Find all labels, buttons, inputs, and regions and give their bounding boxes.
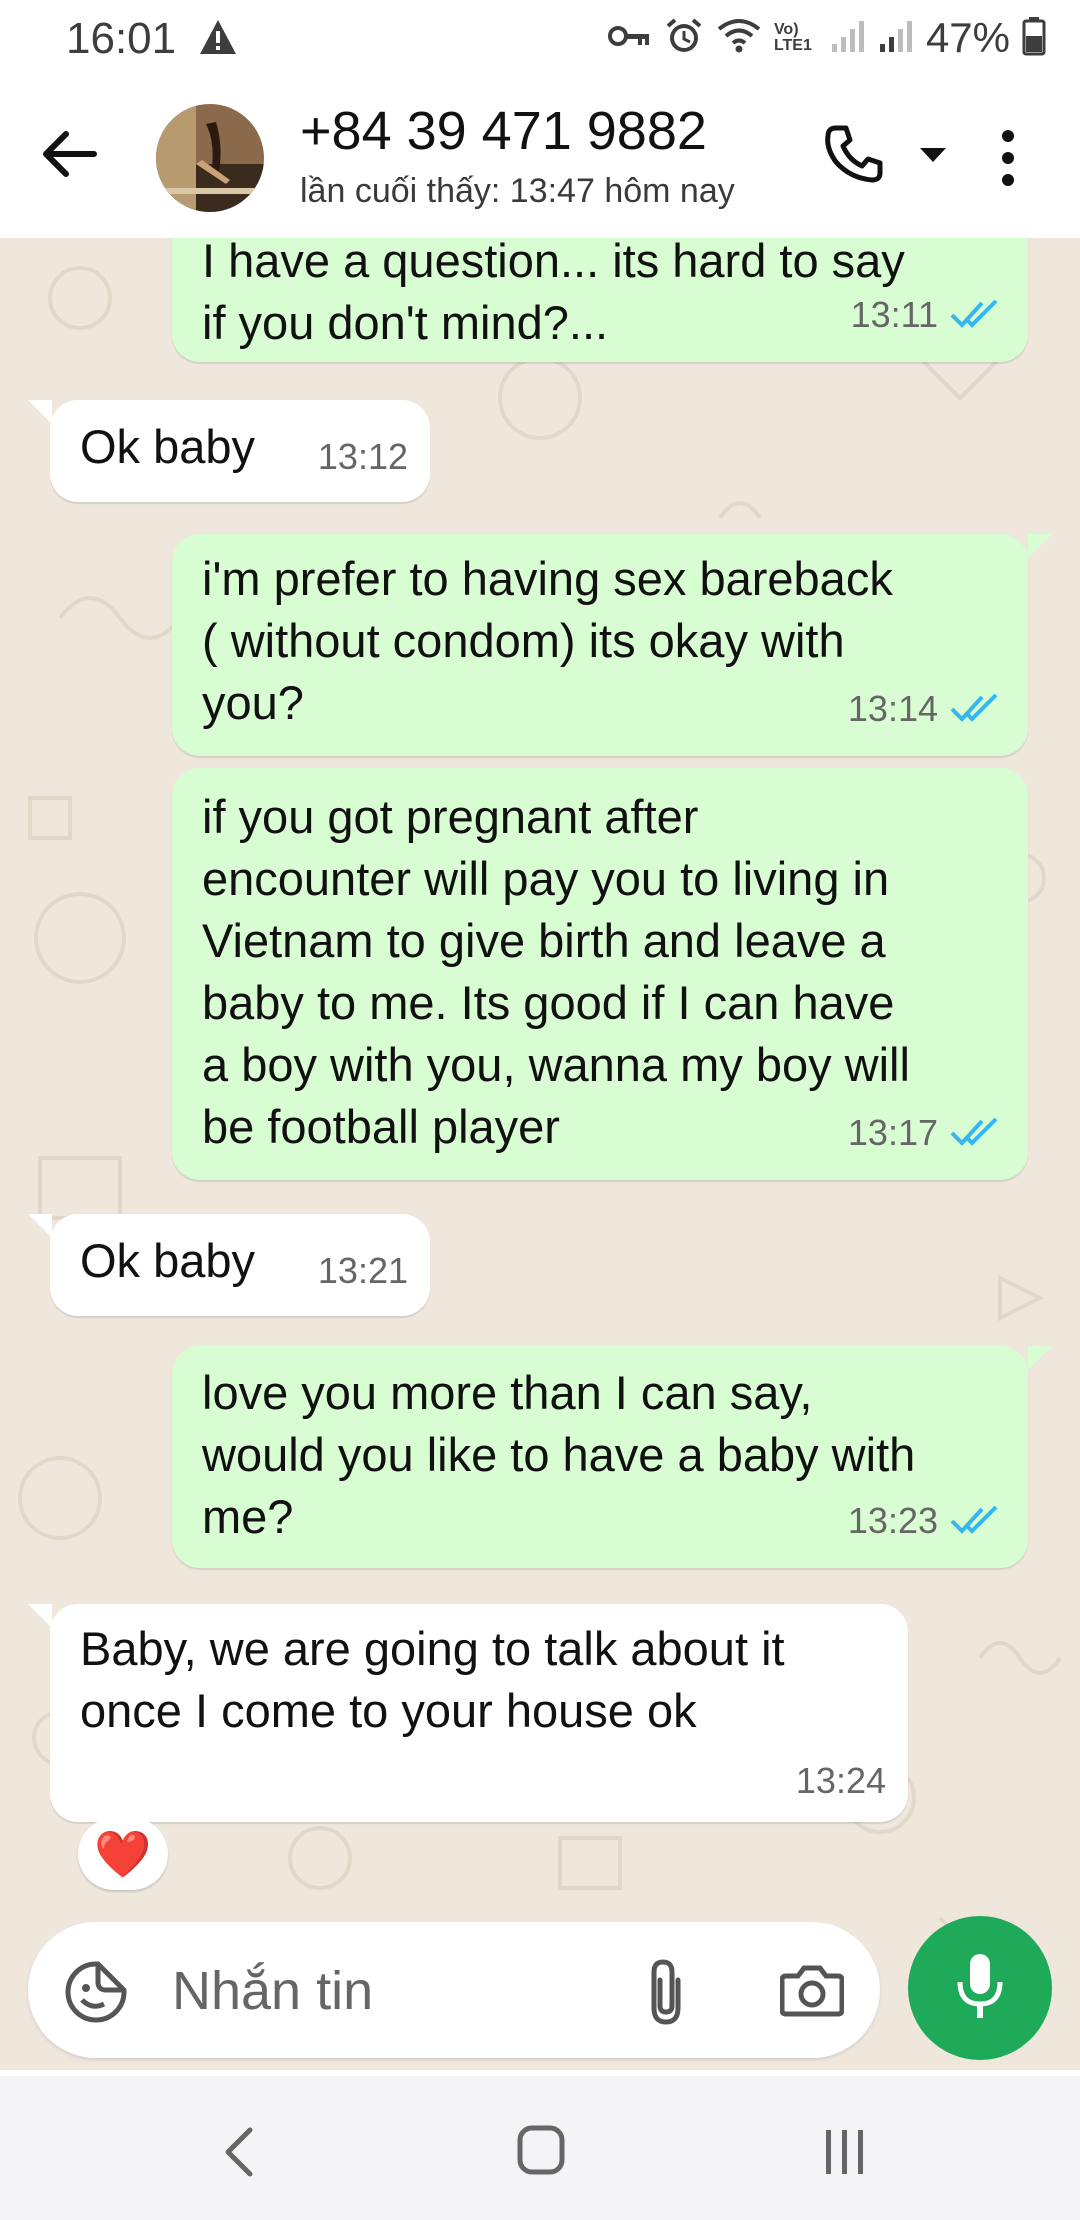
nav-home-icon[interactable] xyxy=(516,2124,566,2181)
read-receipt-icon xyxy=(950,1100,1002,1162)
message-composer xyxy=(28,1922,880,2058)
more-vert-icon[interactable] xyxy=(1000,130,1016,191)
nav-back-icon[interactable] xyxy=(220,2126,256,2183)
reaction-heart[interactable]: ❤️ xyxy=(78,1818,168,1890)
mic-button[interactable] xyxy=(908,1916,1052,2060)
contact-name[interactable]: +84 39 471 9882 xyxy=(300,100,707,162)
sticker-icon[interactable] xyxy=(64,1960,128,2029)
back-arrow-icon[interactable] xyxy=(40,124,100,189)
message-text: Baby, we are going to talk about it once… xyxy=(80,1622,785,1737)
nav-recents-icon[interactable] xyxy=(820,2126,870,2183)
camera-icon[interactable] xyxy=(779,1962,845,2023)
wifi-icon xyxy=(716,17,762,60)
message-input[interactable] xyxy=(170,1952,634,2030)
message-time: 13:21 xyxy=(317,1250,408,1291)
signal-icon xyxy=(830,18,866,59)
message-text: i'm prefer to having sex bareback ( with… xyxy=(202,552,893,729)
signal-icon xyxy=(878,18,914,59)
message-bubble-incoming[interactable]: Baby, we are going to talk about it once… xyxy=(50,1604,908,1822)
chat-header: +84 39 471 9882 lần cuối thấy: 13:47 hôm… xyxy=(0,78,1080,239)
last-seen-status: lần cuối thấy: 13:47 hôm nay xyxy=(300,172,735,210)
message-text: I have a question... its hard to say if … xyxy=(202,238,905,349)
phone-icon[interactable] xyxy=(822,122,886,191)
dropdown-icon[interactable] xyxy=(918,146,948,169)
message-bubble-outgoing[interactable]: i'm prefer to having sex bareback ( with… xyxy=(172,534,1028,756)
network-label: Vo) LTE1 xyxy=(773,21,812,54)
message-time: 13:24 xyxy=(795,1760,886,1801)
message-text: love you more than I can say, would you … xyxy=(202,1366,916,1543)
message-time: 13:14 xyxy=(847,688,938,729)
read-receipt-icon xyxy=(950,1488,1002,1550)
message-time: 13:11 xyxy=(850,294,938,335)
attach-icon[interactable] xyxy=(642,1958,690,2031)
message-bubble-outgoing[interactable]: if you got pregnant after encounter will… xyxy=(172,768,1028,1180)
status-icons: Vo) LTE1 47% xyxy=(607,14,1046,62)
alert-icon xyxy=(198,18,238,61)
battery-percent: 47% xyxy=(925,14,1010,61)
chat-area[interactable]: I have a question... its hard to say if … xyxy=(0,238,1080,2070)
message-text: Ok baby xyxy=(80,420,256,473)
status-time: 16:01 xyxy=(66,14,177,63)
battery-icon xyxy=(1022,16,1046,61)
avatar[interactable] xyxy=(156,104,264,212)
alarm-icon xyxy=(664,16,704,61)
message-bubble-incoming[interactable]: Ok baby 13:21 xyxy=(50,1214,430,1316)
message-time: 13:23 xyxy=(847,1500,938,1541)
message-time: 13:12 xyxy=(317,436,408,477)
key-icon xyxy=(607,21,652,56)
message-text: Ok baby xyxy=(80,1234,256,1287)
read-receipt-icon xyxy=(950,282,1002,344)
message-time: 13:17 xyxy=(847,1112,938,1153)
message-bubble-outgoing[interactable]: I have a question... its hard to say if … xyxy=(172,238,1028,362)
system-nav-bar xyxy=(0,2076,1080,2220)
status-bar: 16:01 Vo) LTE1 47% xyxy=(0,0,1080,78)
message-bubble-outgoing[interactable]: love you more than I can say, would you … xyxy=(172,1346,1028,1568)
message-bubble-incoming[interactable]: Ok baby 13:12 xyxy=(50,400,430,502)
message-text: if you got pregnant after encounter will… xyxy=(202,790,910,1153)
read-receipt-icon xyxy=(950,676,1002,738)
mic-icon xyxy=(952,1950,1008,2027)
